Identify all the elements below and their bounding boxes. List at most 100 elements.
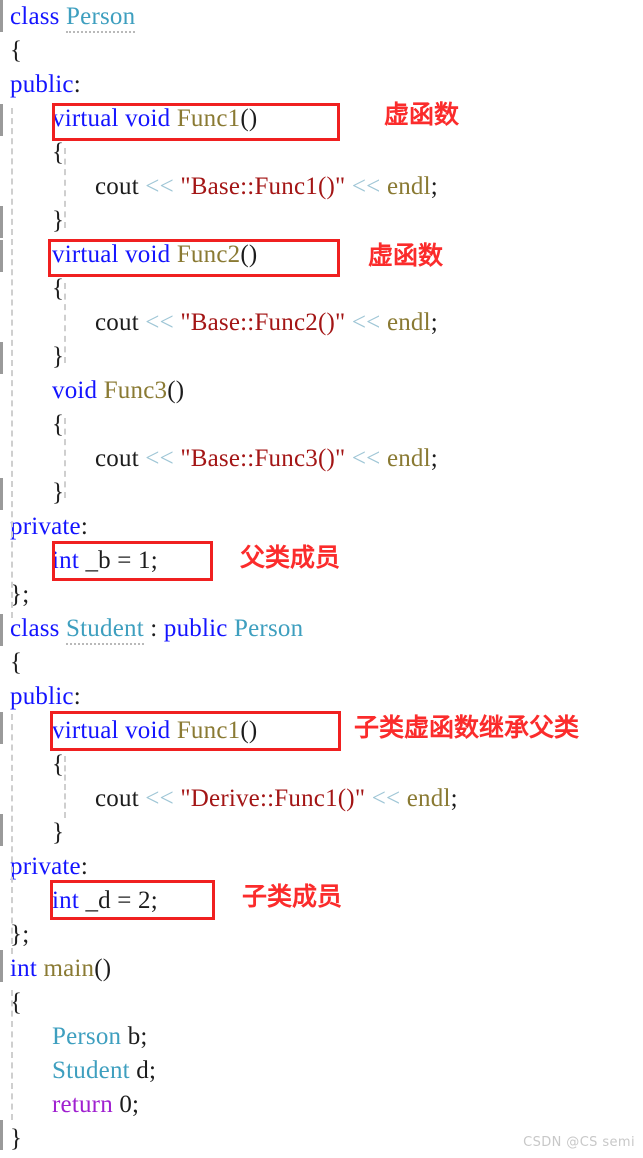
code-token: () bbox=[94, 955, 112, 982]
code-token: << bbox=[145, 445, 174, 472]
code-line[interactable]: private: bbox=[0, 510, 643, 544]
code-token: private bbox=[10, 513, 81, 540]
code-line[interactable]: { bbox=[0, 272, 643, 306]
code-line-text: } bbox=[52, 816, 64, 850]
code-token: Func1 bbox=[176, 105, 241, 132]
gutter-change-marker bbox=[0, 0, 3, 32]
code-token: } bbox=[10, 1125, 23, 1152]
code-line[interactable]: { bbox=[0, 408, 643, 442]
code-line[interactable]: virtual void Func2() bbox=[0, 238, 643, 272]
code-line-text: private: bbox=[10, 850, 88, 884]
code-token: Person bbox=[234, 615, 304, 642]
code-token: ; bbox=[430, 173, 438, 200]
code-line-text: class Student : public Person bbox=[10, 612, 303, 646]
gutter-change-marker bbox=[0, 478, 3, 510]
code-token: d; bbox=[129, 1057, 157, 1084]
code-line-text: { bbox=[52, 408, 64, 442]
code-line-text: } bbox=[52, 340, 64, 374]
code-area[interactable]: class Person{public: virtual void Func1()… bbox=[0, 0, 643, 1156]
code-line[interactable]: }; bbox=[0, 918, 643, 952]
code-token: "Base::Func2()" bbox=[180, 309, 346, 336]
indent-guide-line bbox=[11, 108, 13, 618]
code-token: cout bbox=[95, 445, 146, 472]
code-token: () bbox=[240, 717, 258, 744]
code-line[interactable]: cout << "Base::Func2()" << endl; bbox=[0, 306, 643, 340]
code-token: : bbox=[80, 853, 88, 880]
code-line[interactable]: cout << "Base::Func3()" << endl; bbox=[0, 442, 643, 476]
code-editor-canvas: class Person{public: virtual void Func1()… bbox=[0, 0, 643, 1158]
code-line[interactable]: return 0; bbox=[0, 1088, 643, 1122]
code-line-text: virtual void Func2() bbox=[52, 238, 257, 272]
indent-guide-line bbox=[64, 756, 66, 818]
code-line-text: { bbox=[10, 646, 22, 680]
indent-guide-line bbox=[11, 990, 13, 1120]
code-token: Student bbox=[66, 615, 144, 645]
code-token: private bbox=[10, 853, 81, 880]
code-token: << bbox=[145, 173, 174, 200]
code-token: : bbox=[73, 683, 81, 710]
code-token: "Derive::Func1()" bbox=[180, 785, 366, 812]
code-token: } bbox=[52, 479, 65, 506]
code-line[interactable]: cout << "Base::Func1()" << endl; bbox=[0, 170, 643, 204]
code-line[interactable]: { bbox=[0, 748, 643, 782]
code-line[interactable]: public: bbox=[0, 68, 643, 102]
code-token: Func3 bbox=[103, 377, 168, 404]
code-token: : bbox=[143, 615, 164, 642]
code-line[interactable]: }; bbox=[0, 578, 643, 612]
code-token: class bbox=[10, 3, 67, 30]
code-line-text: virtual void Func1() bbox=[52, 102, 257, 136]
code-token: } bbox=[52, 343, 65, 370]
code-token: ; bbox=[450, 785, 458, 812]
annot-virtual-func-2: 虚函数 bbox=[368, 241, 444, 270]
code-line[interactable]: public: bbox=[0, 680, 643, 714]
code-token: int bbox=[52, 887, 79, 914]
code-token: "Base::Func1()" bbox=[180, 173, 346, 200]
code-token: << bbox=[351, 309, 381, 336]
code-line[interactable]: cout << "Derive::Func1()" << endl; bbox=[0, 782, 643, 816]
code-token: << bbox=[351, 173, 381, 200]
code-token: { bbox=[52, 275, 65, 302]
code-token: cout bbox=[95, 785, 146, 812]
code-line-text: return 0; bbox=[52, 1088, 139, 1122]
code-line[interactable]: } bbox=[0, 204, 643, 238]
code-line-text: virtual void Func1() bbox=[52, 714, 257, 748]
code-line[interactable]: virtual void Func1() bbox=[0, 102, 643, 136]
code-line[interactable]: Student d; bbox=[0, 1054, 643, 1088]
code-line[interactable]: { bbox=[0, 646, 643, 680]
code-token: ; bbox=[430, 309, 438, 336]
code-token: endl bbox=[386, 309, 431, 336]
code-line[interactable]: { bbox=[0, 136, 643, 170]
code-line[interactable]: class Student : public Person bbox=[0, 612, 643, 646]
code-token: class bbox=[10, 615, 67, 642]
code-line[interactable]: { bbox=[0, 34, 643, 68]
code-line[interactable]: void Func3() bbox=[0, 374, 643, 408]
code-line-text: private: bbox=[10, 510, 88, 544]
code-line[interactable]: int main() bbox=[0, 952, 643, 986]
code-token: } bbox=[52, 819, 65, 846]
code-token: Student bbox=[52, 1057, 130, 1084]
code-token: int bbox=[52, 547, 79, 574]
code-line[interactable]: } bbox=[0, 340, 643, 374]
indent-guide-line bbox=[64, 418, 66, 498]
code-line[interactable]: class Person bbox=[0, 0, 643, 34]
code-token: return bbox=[52, 1091, 113, 1118]
code-line-text: } bbox=[52, 476, 64, 510]
code-line-text: Student d; bbox=[52, 1054, 156, 1088]
code-line[interactable]: Person b; bbox=[0, 1020, 643, 1054]
code-token: { bbox=[10, 649, 23, 676]
code-line-text: cout << "Base::Func2()" << endl; bbox=[95, 306, 438, 340]
code-token: public bbox=[10, 683, 74, 710]
code-line[interactable]: } bbox=[0, 816, 643, 850]
gutter-change-marker bbox=[0, 712, 3, 744]
code-line-text: { bbox=[10, 34, 22, 68]
code-line[interactable]: } bbox=[0, 476, 643, 510]
code-line[interactable]: private: bbox=[0, 850, 643, 884]
code-token: { bbox=[52, 751, 65, 778]
code-token: : bbox=[80, 513, 88, 540]
code-token: } bbox=[52, 207, 65, 234]
annot-virtual-func-1: 虚函数 bbox=[384, 100, 460, 129]
code-token: << bbox=[145, 785, 174, 812]
code-line-text: { bbox=[52, 748, 64, 782]
code-line[interactable]: { bbox=[0, 986, 643, 1020]
indent-guide-line bbox=[64, 148, 66, 228]
